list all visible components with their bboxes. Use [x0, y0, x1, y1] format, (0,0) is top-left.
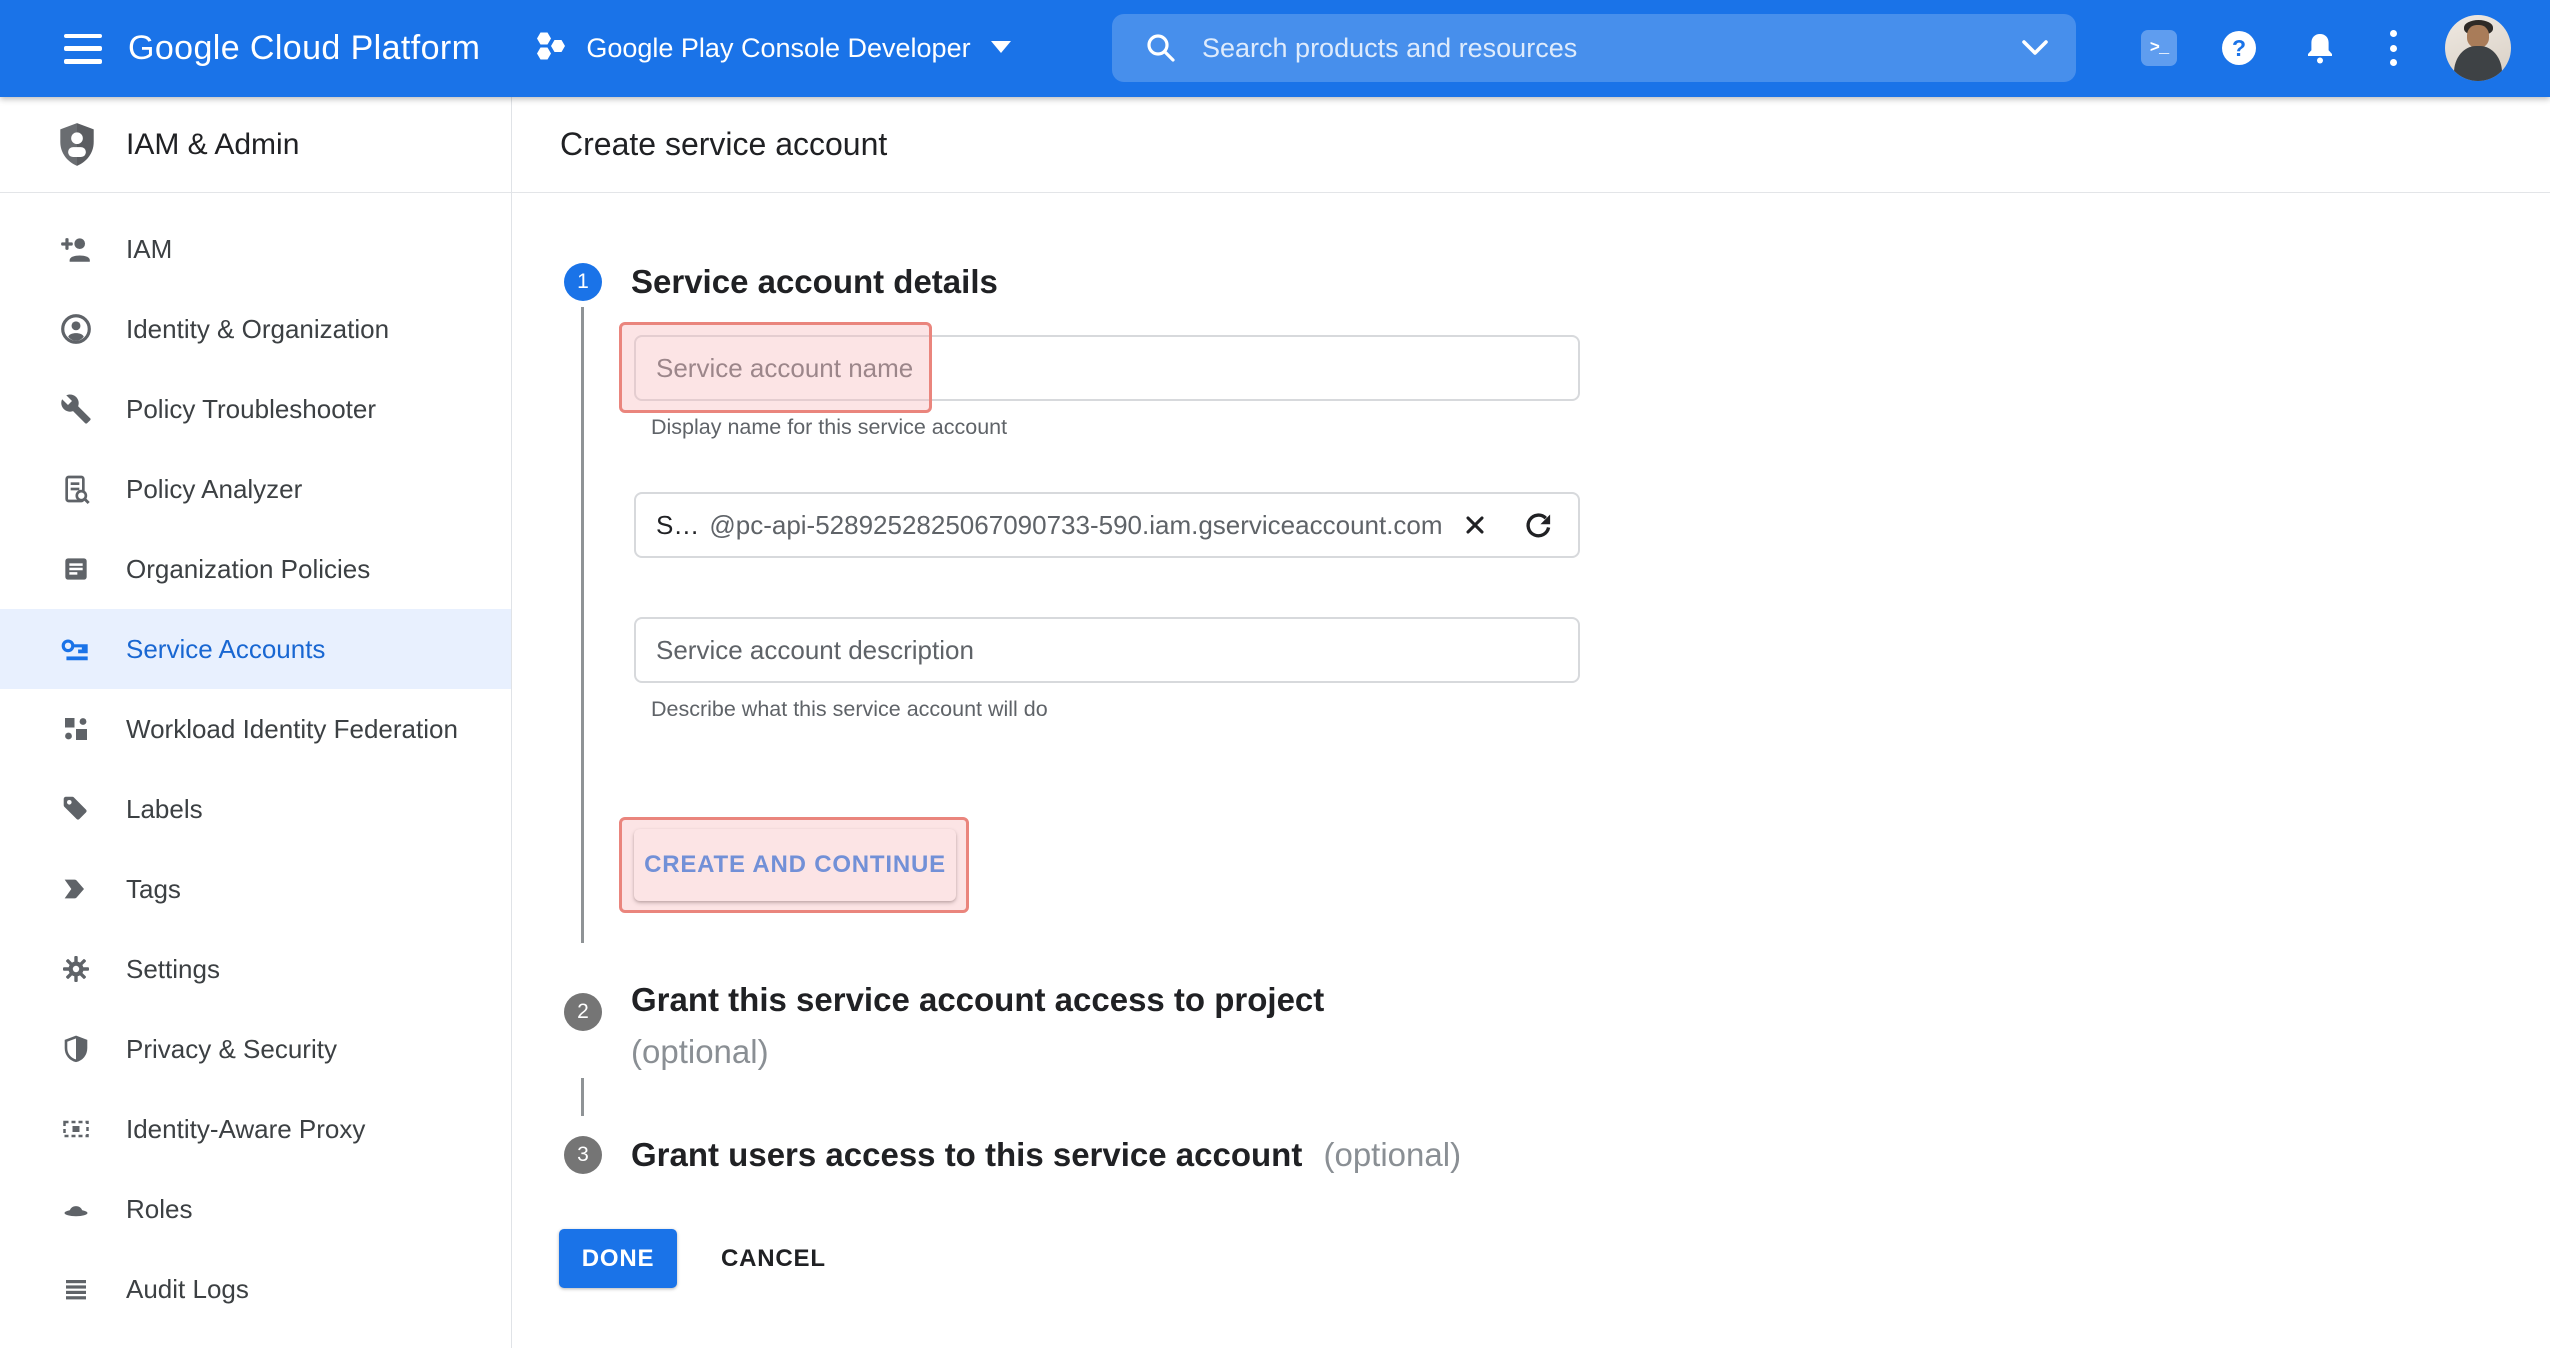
create-and-continue-button[interactable]: CREATE AND CONTINUE: [634, 829, 956, 901]
shield-half-icon: [58, 1031, 94, 1067]
service-account-id-input[interactable]: S… @pc-api-5289252825067090733-590.iam.g…: [634, 492, 1580, 558]
refresh-icon[interactable]: [1523, 510, 1554, 541]
sidebar-item-label: Identity & Organization: [126, 314, 389, 345]
sidebar-item-identity-organization[interactable]: Identity & Organization: [0, 289, 511, 369]
document-search-icon: [58, 471, 94, 507]
sidebar-item-labels[interactable]: Labels: [0, 769, 511, 849]
sidebar-item-label: Roles: [126, 1194, 192, 1225]
step-3-title: Grant users access to this service accou…: [631, 1129, 1461, 1181]
sidebar-item-policy-analyzer[interactable]: Policy Analyzer: [0, 449, 511, 529]
step-3-badge: 3: [564, 1136, 602, 1174]
create-service-account-form: 1 Service account details Display name f…: [512, 193, 2550, 1348]
proxy-frame-icon: [58, 1111, 94, 1147]
sidebar-nav: IAM Identity & Organization: [0, 193, 511, 1329]
article-icon: [58, 551, 94, 587]
step-3-optional-text: (optional): [1323, 1136, 1461, 1173]
sidebar-item-label: Privacy & Security: [126, 1034, 337, 1065]
sidebar-item-iam[interactable]: IAM: [0, 209, 511, 289]
key-icon: [58, 631, 94, 667]
label-tag-icon: [58, 791, 94, 827]
chevron-down-icon[interactable]: [2020, 39, 2050, 57]
person-add-icon: [58, 231, 94, 267]
sidebar-item-label: Settings: [126, 954, 220, 985]
tag-arrow-icon: [58, 871, 94, 907]
sidebar-title: IAM & Admin: [126, 128, 299, 162]
sidebar-header: IAM & Admin: [0, 97, 511, 193]
hat-icon: [58, 1191, 94, 1227]
service-account-name-input[interactable]: [634, 335, 1580, 401]
help-icon[interactable]: ?: [2222, 31, 2256, 65]
notifications-bell-icon[interactable]: [2303, 31, 2337, 72]
sidebar-item-settings[interactable]: Settings: [0, 929, 511, 1009]
sidebar-item-workload-identity-federation[interactable]: Workload Identity Federation: [0, 689, 511, 769]
account-circle-icon: [58, 311, 94, 347]
sidebar-item-label: Labels: [126, 794, 203, 825]
main-area: Create service account 1 Service account…: [512, 97, 2550, 1348]
project-selector[interactable]: Google Play Console Developer: [532, 27, 1010, 70]
project-caret-icon: [991, 40, 1011, 58]
sidebar-item-identity-aware-proxy[interactable]: Identity-Aware Proxy: [0, 1089, 511, 1169]
menu-icon[interactable]: [64, 34, 102, 64]
gear-icon: [58, 951, 94, 987]
service-account-id-value: S…: [656, 510, 699, 541]
iam-shield-icon: [56, 121, 98, 169]
sidebar-item-roles[interactable]: Roles: [0, 1169, 511, 1249]
list-lines-icon: [58, 1271, 94, 1307]
sidebar-item-label: Tags: [126, 874, 181, 905]
project-hexagons-icon: [532, 27, 570, 70]
step-2-title: Grant this service account access to pro…: [631, 974, 1324, 1078]
stepper-line: [581, 307, 584, 943]
cloud-shell-icon[interactable]: >_: [2141, 30, 2177, 66]
cancel-button[interactable]: CANCEL: [721, 1229, 826, 1288]
stepper-line: [581, 1078, 584, 1116]
page-header: Create service account: [512, 97, 2550, 193]
sidebar-item-privacy-security[interactable]: Privacy & Security: [0, 1009, 511, 1089]
sidebar: IAM & Admin IAM: [0, 97, 512, 1348]
sidebar-item-label: Audit Logs: [126, 1274, 249, 1305]
sidebar-item-tags[interactable]: Tags: [0, 849, 511, 929]
sidebar-item-policy-troubleshooter[interactable]: Policy Troubleshooter: [0, 369, 511, 449]
description-helper-text: Describe what this service account will …: [651, 697, 1048, 722]
project-name: Google Play Console Developer: [586, 33, 970, 64]
service-account-description-input[interactable]: [634, 617, 1580, 683]
app-header: Google Cloud Platform Google Play Consol…: [0, 0, 2550, 97]
step-2-badge: 2: [564, 993, 602, 1031]
avatar[interactable]: [2445, 15, 2511, 81]
wrench-icon: [58, 391, 94, 427]
sidebar-item-label: Policy Analyzer: [126, 474, 302, 505]
step-3-title-text: Grant users access to this service accou…: [631, 1136, 1302, 1173]
sidebar-item-organization-policies[interactable]: Organization Policies: [0, 529, 511, 609]
search-icon: [1144, 31, 1178, 65]
page-title: Create service account: [560, 126, 887, 163]
sidebar-item-service-accounts[interactable]: Service Accounts: [0, 609, 511, 689]
step-2-optional-text: (optional): [631, 1026, 1324, 1078]
logo-text: Google Cloud Platform: [128, 29, 480, 68]
search-input[interactable]: [1202, 33, 2020, 64]
clear-icon[interactable]: [1461, 511, 1489, 539]
step-1-badge: 1: [564, 263, 602, 301]
step-1-title: Service account details: [631, 256, 998, 308]
sidebar-item-label: Workload Identity Federation: [126, 714, 458, 745]
sidebar-item-label: IAM: [126, 234, 172, 265]
workload-grid-icon: [58, 711, 94, 747]
step-2-title-text: Grant this service account access to pro…: [631, 974, 1324, 1026]
search-bar[interactable]: [1112, 14, 2076, 82]
name-helper-text: Display name for this service account: [651, 415, 1007, 440]
sidebar-item-label: Service Accounts: [126, 634, 325, 665]
done-button[interactable]: DONE: [559, 1229, 677, 1288]
sidebar-item-label: Organization Policies: [126, 554, 370, 585]
service-account-id-suffix: @pc-api-5289252825067090733-590.iam.gser…: [709, 510, 1442, 541]
sidebar-item-audit-logs[interactable]: Audit Logs: [0, 1249, 511, 1329]
sidebar-item-label: Identity-Aware Proxy: [126, 1114, 365, 1145]
overflow-menu-icon[interactable]: [2390, 30, 2397, 66]
sidebar-item-label: Policy Troubleshooter: [126, 394, 376, 425]
